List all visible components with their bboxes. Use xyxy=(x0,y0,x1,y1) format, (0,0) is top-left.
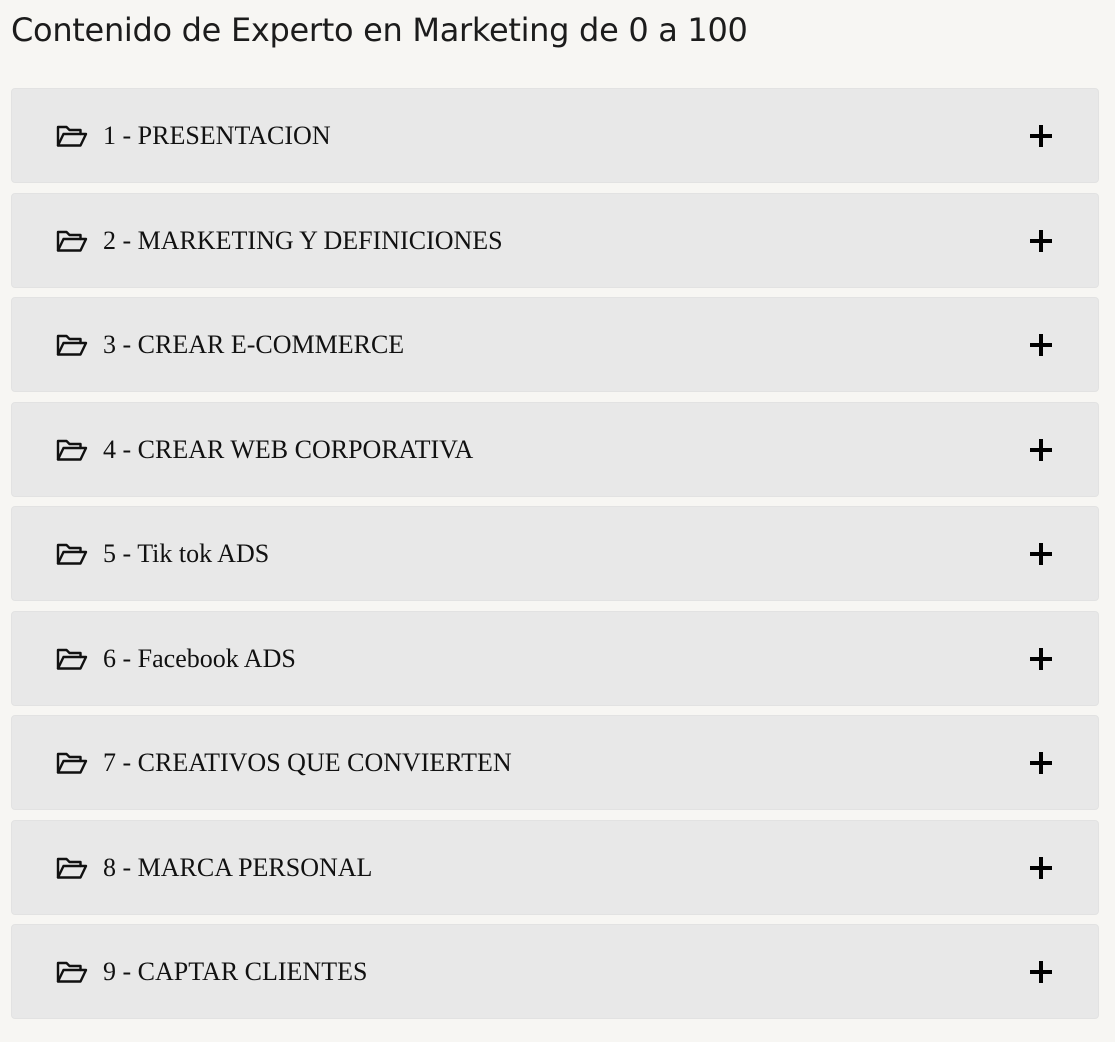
plus-icon[interactable] xyxy=(1029,542,1053,566)
module-item-5[interactable]: 5 - Tik tok ADS xyxy=(11,506,1099,601)
module-label: 3 - CREAR E-COMMERCE xyxy=(103,330,405,359)
plus-icon[interactable] xyxy=(1029,751,1053,775)
plus-icon[interactable] xyxy=(1029,960,1053,984)
module-item-8[interactable]: 8 - MARCA PERSONAL xyxy=(11,819,1099,915)
folder-open-icon xyxy=(56,856,88,880)
module-item-3[interactable]: 3 - CREAR E-COMMERCE xyxy=(11,297,1099,392)
plus-icon[interactable] xyxy=(1029,647,1053,671)
module-label: 2 - MARKETING Y DEFINICIONES xyxy=(103,225,503,255)
module-item-7[interactable]: 7 - CREATIVOS QUE CONVIERTEN xyxy=(11,715,1099,810)
module-label: 7 - CREATIVOS QUE CONVIERTEN xyxy=(103,748,512,777)
module-label: 4 - CREAR WEB CORPORATIVA xyxy=(103,434,474,464)
module-item-6[interactable]: 6 - Facebook ADS xyxy=(11,610,1099,706)
folder-open-icon xyxy=(56,751,88,775)
folder-open-icon xyxy=(56,229,88,253)
folder-open-icon xyxy=(56,124,88,148)
plus-icon[interactable] xyxy=(1029,856,1053,880)
plus-icon[interactable] xyxy=(1029,229,1053,253)
module-label: 9 - CAPTAR CLIENTES xyxy=(103,957,368,986)
module-item-9[interactable]: 9 - CAPTAR CLIENTES xyxy=(11,924,1099,1019)
module-label: 1 - PRESENTACION xyxy=(103,121,331,150)
module-label: 6 - Facebook ADS xyxy=(103,643,296,673)
folder-open-icon xyxy=(56,647,88,671)
plus-icon[interactable] xyxy=(1029,124,1053,148)
page-title: Contenido de Experto en Marketing de 0 a… xyxy=(11,11,748,49)
module-list: 1 - PRESENTACION 2 - MARKETING Y DEFINIC… xyxy=(11,88,1099,1029)
folder-open-icon xyxy=(56,960,88,984)
folder-open-icon xyxy=(56,542,88,566)
module-label: 8 - MARCA PERSONAL xyxy=(103,852,373,882)
module-item-2[interactable]: 2 - MARKETING Y DEFINICIONES xyxy=(11,192,1099,288)
plus-icon[interactable] xyxy=(1029,333,1053,357)
folder-open-icon xyxy=(56,333,88,357)
folder-open-icon xyxy=(56,438,88,462)
module-label: 5 - Tik tok ADS xyxy=(103,539,270,568)
module-item-1[interactable]: 1 - PRESENTACION xyxy=(11,88,1099,183)
plus-icon[interactable] xyxy=(1029,438,1053,462)
module-item-4[interactable]: 4 - CREAR WEB CORPORATIVA xyxy=(11,401,1099,497)
